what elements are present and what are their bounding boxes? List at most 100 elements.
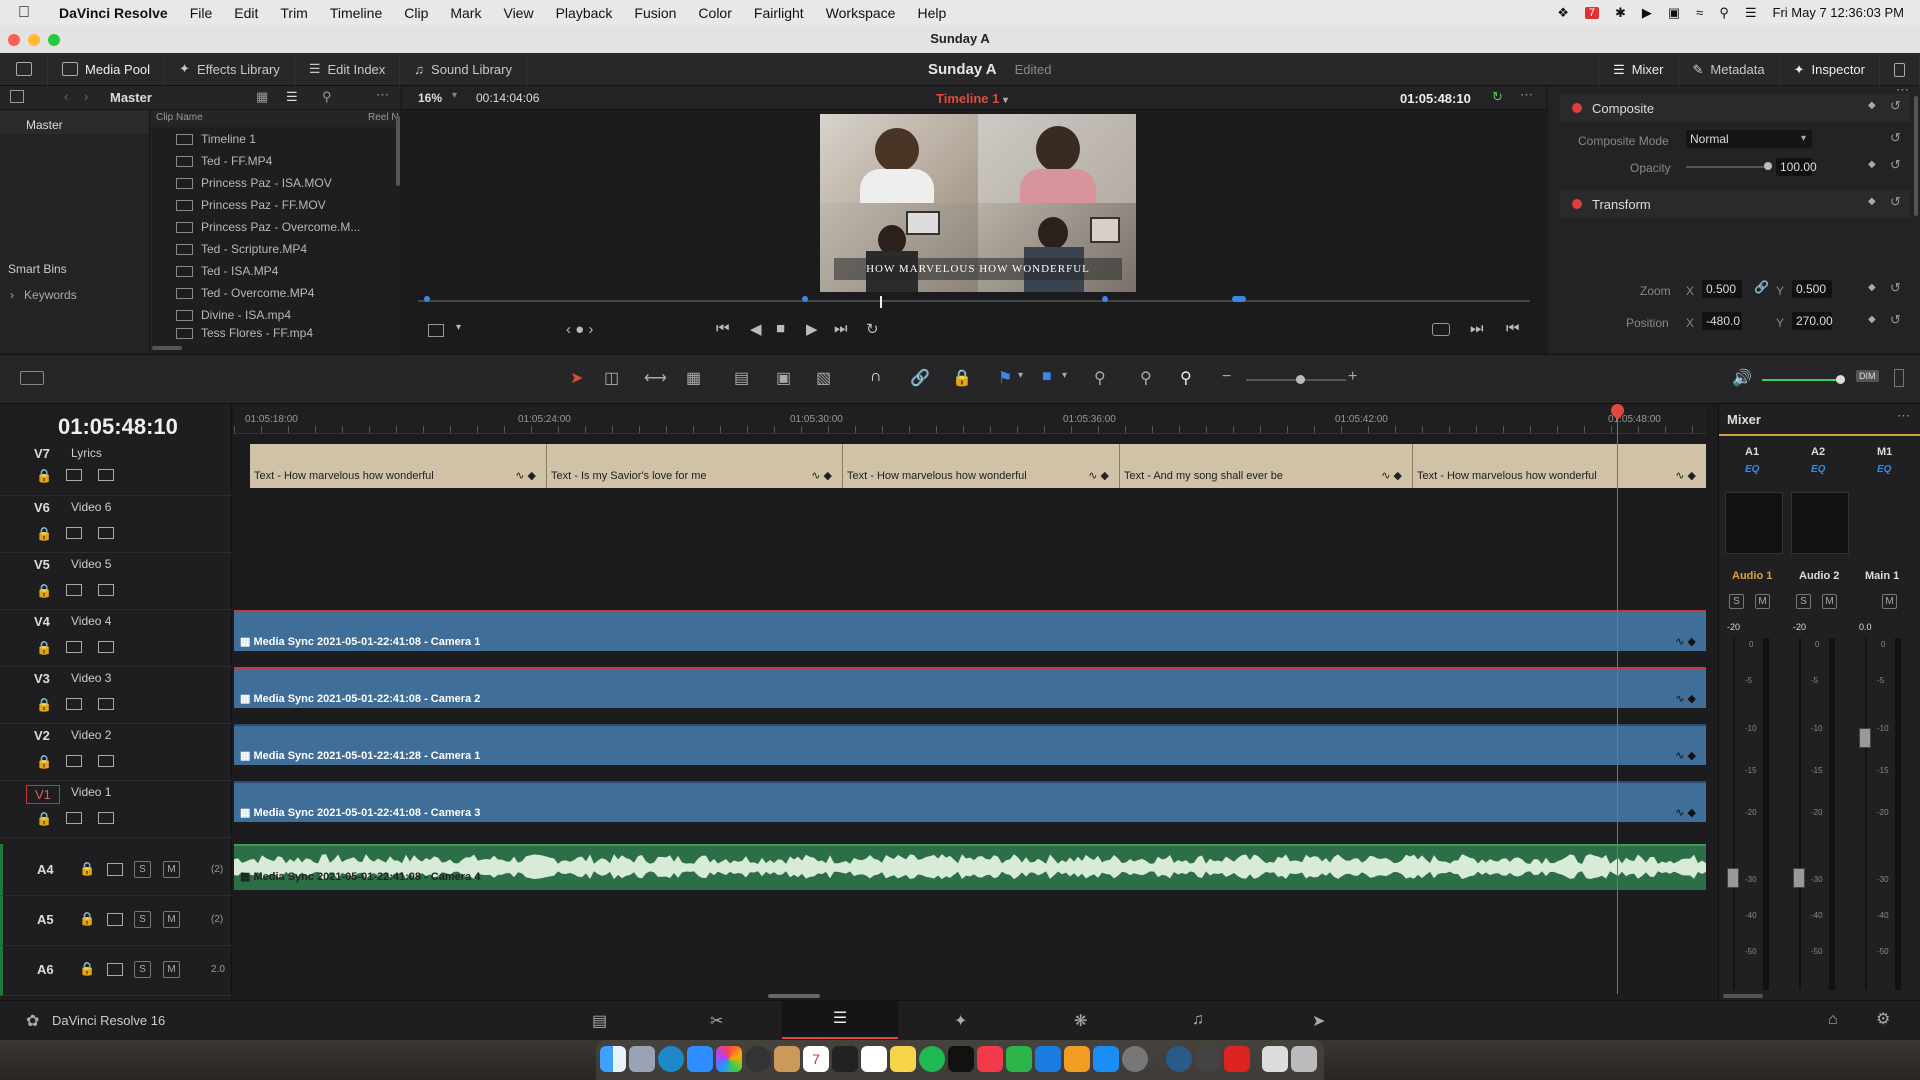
media-encoder-icon[interactable]	[1224, 1046, 1250, 1072]
track-visibility-icon[interactable]	[98, 755, 114, 767]
inspector-scrollbar[interactable]	[1914, 96, 1918, 216]
pages-icon[interactable]	[1064, 1046, 1090, 1072]
playhead[interactable]	[1617, 404, 1618, 994]
jog-control[interactable]: ‹ ● ›	[566, 321, 593, 338]
page-color-button[interactable]: ❋	[1074, 1011, 1087, 1031]
wifi-icon[interactable]: ≈	[1696, 5, 1703, 20]
page-media-button[interactable]: ▤	[592, 1011, 607, 1031]
auto-select-icon[interactable]	[66, 641, 82, 653]
chevron-down-icon[interactable]: ▾	[1018, 370, 1023, 381]
enable-toggle[interactable]	[1572, 199, 1582, 209]
bluetooth-icon[interactable]: ✱	[1615, 5, 1626, 21]
pan-control[interactable]	[1725, 492, 1783, 554]
clip-item[interactable]: Ted - ISA.MP4	[152, 260, 400, 282]
keyframe-icon[interactable]: ◆	[1868, 196, 1876, 207]
dynamic-trim-icon[interactable]: ⟷	[644, 368, 667, 388]
track-header-v4[interactable]: V4 Video 4 🔒	[0, 610, 232, 667]
page-fairlight-button[interactable]: ♫	[1192, 1011, 1204, 1029]
app-store-icon[interactable]	[1093, 1046, 1119, 1072]
custom-zoom-icon[interactable]: ⚲	[1180, 368, 1192, 388]
track-visibility-icon[interactable]	[98, 527, 114, 539]
lock-icon[interactable]: 🔒	[36, 640, 52, 656]
menu-file[interactable]: File	[179, 5, 224, 21]
list-view-icon[interactable]: ☰	[286, 89, 298, 105]
menu-app-name[interactable]: DaVinci Resolve	[48, 5, 179, 21]
quicktime-icon[interactable]	[1166, 1046, 1192, 1072]
video-clip[interactable]: ▦ Media Sync 2021-05-01-22:41:08 - Camer…	[234, 610, 1706, 651]
back-icon[interactable]: ‹	[64, 89, 68, 104]
dim-button[interactable]: DIM	[1856, 370, 1879, 382]
timeline-view-options-icon[interactable]	[20, 371, 44, 385]
calendar-dock-icon[interactable]: 7	[803, 1046, 829, 1072]
panel-toggle-button[interactable]	[0, 52, 48, 86]
lock-icon[interactable]: 🔒	[36, 811, 52, 827]
track-visibility-icon[interactable]	[98, 469, 114, 481]
video-frame[interactable]: HOW MARVELOUS HOW WONDERFUL	[820, 114, 1136, 292]
transform-section[interactable]: Transform ◆ ↺	[1560, 190, 1910, 218]
marker[interactable]	[1102, 296, 1108, 302]
reverse-button[interactable]: ◀	[750, 320, 762, 338]
smart-bin-keywords[interactable]: › Keywords	[10, 288, 77, 302]
keyframe-curve-icon[interactable]: ∿ ◆	[515, 469, 536, 482]
selection-tool-icon[interactable]: ➤	[570, 368, 583, 388]
snapping-icon[interactable]: ∩	[870, 368, 882, 386]
menu-timeline[interactable]: Timeline	[319, 5, 393, 21]
media-pool-button[interactable]: Media Pool	[48, 52, 166, 86]
control-center-icon[interactable]: ☰	[1745, 5, 1757, 21]
zoom-icon[interactable]	[687, 1046, 713, 1072]
viewer-mode-icon[interactable]	[428, 324, 444, 337]
viewer-scrubber[interactable]	[418, 300, 1530, 302]
menu-help[interactable]: Help	[906, 5, 957, 21]
solo-button[interactable]: S	[134, 961, 151, 978]
enable-toggle[interactable]	[1572, 103, 1582, 113]
reset-icon[interactable]: ↺	[1890, 98, 1901, 114]
lock-icon[interactable]: 🔒	[36, 583, 52, 599]
numbers-icon[interactable]	[1006, 1046, 1032, 1072]
eq-button[interactable]: EQ	[1811, 464, 1825, 475]
launchpad-icon[interactable]	[629, 1046, 655, 1072]
bin-master[interactable]: Master	[0, 110, 149, 134]
keyframe-curve-icon[interactable]: ∿ ◆	[1675, 749, 1696, 762]
sound-library-button[interactable]: ♫ Sound Library	[400, 52, 527, 86]
marker[interactable]	[1232, 296, 1246, 302]
apple-icon[interactable]: 	[0, 4, 48, 22]
position-lock-icon[interactable]: 🔒	[952, 368, 972, 388]
notes-icon[interactable]	[890, 1046, 916, 1072]
search-icon[interactable]: ⚲	[322, 89, 332, 105]
menu-trim[interactable]: Trim	[269, 5, 318, 21]
auto-select-icon[interactable]	[107, 863, 123, 876]
more-options-icon[interactable]: ⋯	[1520, 87, 1533, 103]
menu-clip[interactable]: Clip	[393, 5, 439, 21]
more-options-icon[interactable]: ⋯	[376, 87, 389, 103]
track-visibility-icon[interactable]	[98, 641, 114, 653]
keyframe-icon[interactable]: ◆	[1868, 282, 1876, 293]
play-button[interactable]: ▶	[806, 320, 818, 338]
auto-select-icon[interactable]	[66, 469, 82, 481]
zoom-window-button[interactable]	[48, 34, 60, 46]
menu-fairlight[interactable]: Fairlight	[743, 5, 815, 21]
reminders-icon[interactable]	[861, 1046, 887, 1072]
grid-view-icon[interactable]: ▦	[256, 89, 268, 105]
track-header-v2[interactable]: V2 Video 2 🔒	[0, 724, 232, 781]
linked-selection-icon[interactable]: 🔗	[910, 368, 930, 388]
audio-clip[interactable]: ▦ Media Sync 2021-05-01-22:41:08 - Camer…	[234, 844, 1706, 890]
keyframe-curve-icon[interactable]: ∿ ◆	[1675, 469, 1696, 482]
track-header-v5[interactable]: V5 Video 5 🔒	[0, 553, 232, 610]
forward-icon[interactable]: ›	[84, 89, 88, 104]
system-preferences-icon[interactable]	[1122, 1046, 1148, 1072]
insert-clip-icon[interactable]: ▤	[734, 368, 749, 388]
viewer-zoom[interactable]: 16%	[418, 91, 442, 105]
track-name[interactable]: Video 4	[71, 614, 111, 628]
menu-color[interactable]: Color	[687, 5, 742, 21]
opacity-slider[interactable]	[1686, 166, 1770, 168]
go-to-start-button[interactable]: ⏮	[716, 320, 730, 337]
auto-select-icon[interactable]	[66, 755, 82, 767]
detail-zoom-icon[interactable]: ⚲	[1140, 368, 1152, 388]
position-y-field[interactable]: 270.00	[1792, 312, 1833, 330]
finder-icon[interactable]	[600, 1046, 626, 1072]
clip-item[interactable]: Timeline 1	[152, 128, 400, 150]
mute-button[interactable]: M	[1755, 594, 1770, 609]
track-header-v7[interactable]: V7 Lyrics 🔒	[0, 444, 232, 496]
lock-icon[interactable]: 🔒	[36, 526, 52, 542]
sync-icon[interactable]: ↻	[1492, 89, 1503, 105]
